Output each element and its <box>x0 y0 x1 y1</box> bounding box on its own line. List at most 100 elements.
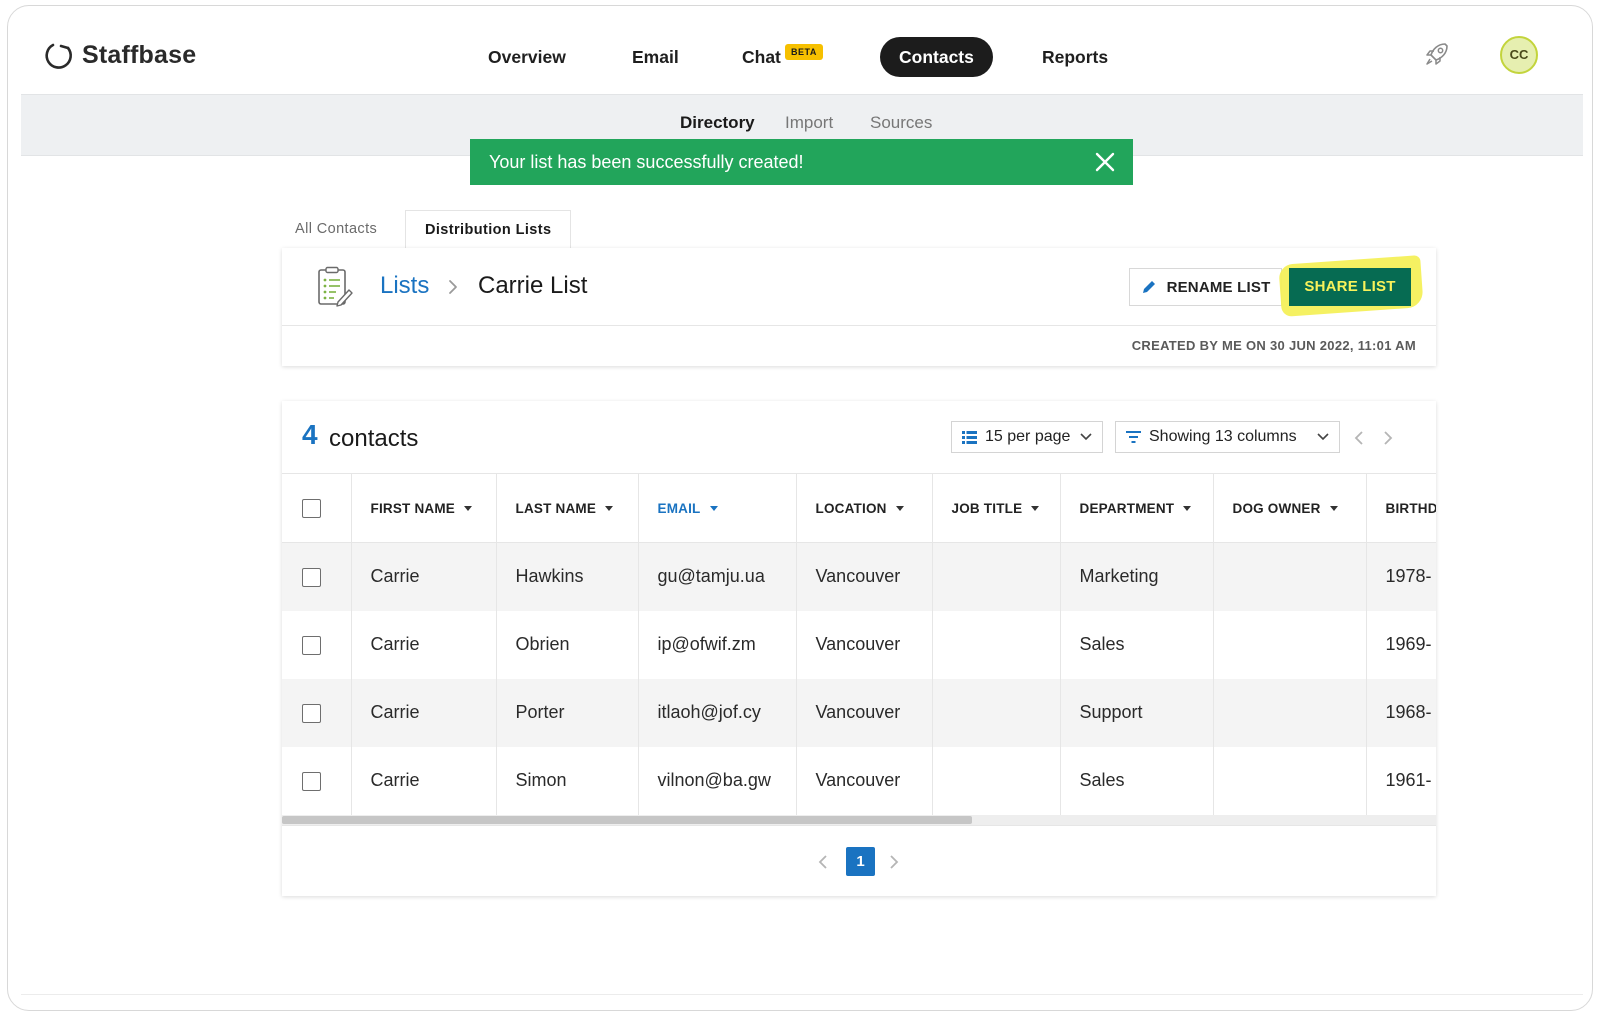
scroll-left-icon[interactable] <box>1354 431 1364 445</box>
previous-page-icon[interactable] <box>818 855 828 869</box>
subnav-sources[interactable]: Sources <box>870 113 932 133</box>
sort-caret-icon <box>1329 506 1338 512</box>
cell-location: Vancouver <box>796 542 933 611</box>
nav-overview[interactable]: Overview <box>488 37 566 77</box>
card-divider <box>282 325 1436 326</box>
cell-location: Vancouver <box>796 746 933 815</box>
sort-caret-icon <box>605 506 614 512</box>
select-all-checkbox[interactable] <box>302 498 321 518</box>
cell-dog-owner <box>1213 678 1367 747</box>
row-select-cell <box>282 610 352 679</box>
row-checkbox[interactable] <box>302 568 321 587</box>
per-page-select[interactable]: 15 per page <box>951 421 1103 453</box>
scrollbar-thumb[interactable] <box>282 816 972 824</box>
columns-value: Showing 13 columns <box>1149 428 1297 445</box>
table-row[interactable]: Carrie Porter itlaoh@jof.cy Vancouver Su… <box>282 678 1436 747</box>
next-page-icon[interactable] <box>889 855 899 869</box>
column-label: FIRST NAME <box>370 500 455 516</box>
column-header-first-name[interactable]: FIRST NAME <box>351 473 497 543</box>
sort-caret-icon <box>1031 506 1040 512</box>
row-select-cell <box>282 678 352 747</box>
main-nav: Overview Email Chat BETA Contacts Report… <box>8 37 1592 77</box>
rename-list-button[interactable]: RENAME LIST <box>1129 268 1282 306</box>
subnav-import[interactable]: Import <box>785 113 833 133</box>
column-header-job-title[interactable]: JOB TITLE <box>932 473 1061 543</box>
column-label: DEPARTMENT <box>1079 500 1175 516</box>
nav-contacts[interactable]: Contacts <box>880 37 993 77</box>
nav-reports[interactable]: Reports <box>1042 37 1108 77</box>
top-bar: Staffbase Overview Email Chat BETA Conta… <box>8 6 1592 96</box>
cell-dog-owner <box>1213 746 1367 815</box>
cell-job-title <box>932 746 1061 815</box>
share-list-button[interactable]: SHARE LIST <box>1289 268 1411 306</box>
cell-birthday: 1961- <box>1366 746 1436 815</box>
select-all-cell <box>282 473 352 543</box>
row-checkbox[interactable] <box>302 771 321 791</box>
per-page-value: 15 per page <box>985 428 1071 445</box>
column-header-email[interactable]: EMAIL <box>638 473 797 543</box>
cell-job-title <box>932 678 1061 747</box>
column-header-dog-owner[interactable]: DOG OWNER <box>1213 473 1367 543</box>
column-label: EMAIL <box>657 500 701 516</box>
row-checkbox[interactable] <box>302 635 321 655</box>
share-list-highlight: SHARE LIST <box>1278 255 1424 317</box>
row-select-cell <box>282 746 352 815</box>
column-label: BIRTHDA <box>1385 500 1437 516</box>
contacts-count: 4 <box>302 419 318 450</box>
cell-location: Vancouver <box>796 678 933 747</box>
cell-birthday: 1969- <box>1366 610 1436 679</box>
cell-email: ip@ofwif.zm <box>638 610 797 679</box>
column-header-birthday[interactable]: BIRTHDA <box>1366 473 1437 543</box>
contacts-card: 4 contacts 15 per page Showing 13 column… <box>282 401 1436 896</box>
subnav-directory[interactable]: Directory <box>680 113 755 133</box>
table-row[interactable]: Carrie Obrien ip@ofwif.zm Vancouver Sale… <box>282 610 1436 679</box>
column-label: LAST NAME <box>515 500 597 516</box>
table-header-row: FIRST NAME LAST NAME EMAIL LOCATION JOB … <box>282 473 1437 543</box>
scroll-right-icon[interactable] <box>1383 431 1393 445</box>
cell-birthday: 1968- <box>1366 678 1436 747</box>
cell-email: vilnon@ba.gw <box>638 746 797 815</box>
breadcrumb-lists-link[interactable]: Lists <box>380 272 429 300</box>
table-row[interactable]: Carrie Hawkins gu@tamju.ua Vancouver Mar… <box>282 542 1436 611</box>
row-checkbox[interactable] <box>302 703 321 723</box>
list-view-icon <box>962 430 977 444</box>
columns-select[interactable]: Showing 13 columns <box>1115 421 1340 453</box>
success-toast: Your list has been successfully created! <box>470 139 1133 185</box>
pencil-icon <box>1142 281 1155 293</box>
chevron-right-icon <box>449 280 457 294</box>
column-header-last-name[interactable]: LAST NAME <box>496 473 639 543</box>
row-select-cell <box>282 542 352 611</box>
page-number-current[interactable]: 1 <box>846 847 875 876</box>
sort-caret-icon <box>464 506 472 512</box>
tab-all-contacts[interactable]: All Contacts <box>295 210 377 248</box>
sort-caret-icon <box>1183 506 1192 512</box>
cell-job-title <box>932 542 1061 611</box>
nav-chat[interactable]: Chat BETA <box>742 37 823 77</box>
column-header-location[interactable]: LOCATION <box>796 473 933 543</box>
rocket-icon[interactable] <box>1423 40 1451 68</box>
cell-first-name: Carrie <box>351 678 497 747</box>
nav-email[interactable]: Email <box>632 37 679 77</box>
table-row[interactable]: Carrie Simon vilnon@ba.gw Vancouver Sale… <box>282 746 1436 815</box>
contacts-table: FIRST NAME LAST NAME EMAIL LOCATION JOB … <box>282 473 1436 815</box>
cell-last-name: Hawkins <box>496 542 639 611</box>
tab-distribution-lists[interactable]: Distribution Lists <box>405 210 572 248</box>
nav-chat-label: Chat <box>742 47 781 67</box>
cell-first-name: Carrie <box>351 542 497 611</box>
cell-email: gu@tamju.ua <box>638 542 797 611</box>
created-info: CREATED BY ME ON 30 JUN 2022, 11:01 AM <box>1131 338 1416 353</box>
sort-caret-icon <box>895 506 904 512</box>
cell-location: Vancouver <box>796 610 933 679</box>
close-icon[interactable] <box>1093 150 1117 174</box>
pagination: 1 <box>282 847 1436 877</box>
beta-badge: BETA <box>785 44 823 60</box>
column-header-department[interactable]: DEPARTMENT <box>1060 473 1214 543</box>
cell-last-name: Porter <box>496 678 639 747</box>
cell-dog-owner <box>1213 542 1367 611</box>
cell-job-title <box>932 610 1061 679</box>
app-window: Staffbase Overview Email Chat BETA Conta… <box>7 5 1593 1011</box>
rename-list-label: RENAME LIST <box>1166 278 1271 296</box>
cell-department: Marketing <box>1060 542 1214 611</box>
user-avatar[interactable]: CC <box>1500 36 1538 74</box>
horizontal-scrollbar[interactable] <box>282 815 1436 825</box>
